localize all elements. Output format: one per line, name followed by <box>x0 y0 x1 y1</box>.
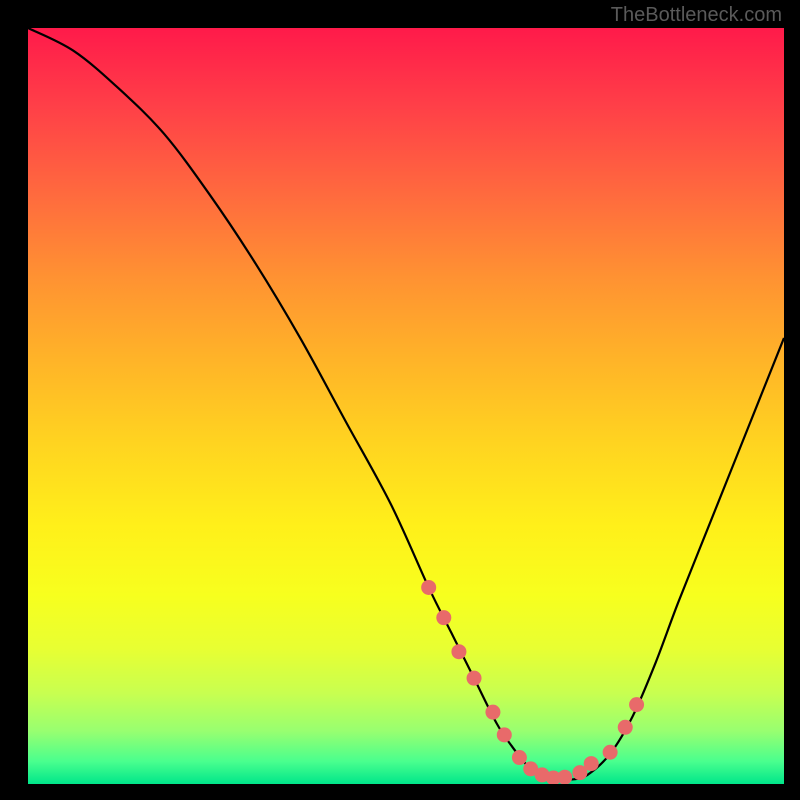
marker-point <box>629 697 644 712</box>
marker-point <box>584 756 599 771</box>
marker-point <box>467 671 482 686</box>
marker-point <box>451 644 466 659</box>
marker-point <box>436 610 451 625</box>
marker-point <box>512 750 527 765</box>
marker-point <box>485 705 500 720</box>
marker-point <box>497 727 512 742</box>
chart-plot-area <box>28 28 784 784</box>
marker-points-group <box>421 580 644 784</box>
chart-svg <box>28 28 784 784</box>
watermark-text: TheBottleneck.com <box>611 4 782 27</box>
marker-point <box>603 745 618 760</box>
bottleneck-curve-line <box>28 28 784 780</box>
marker-point <box>421 580 436 595</box>
marker-point <box>618 720 633 735</box>
marker-point <box>557 770 572 784</box>
